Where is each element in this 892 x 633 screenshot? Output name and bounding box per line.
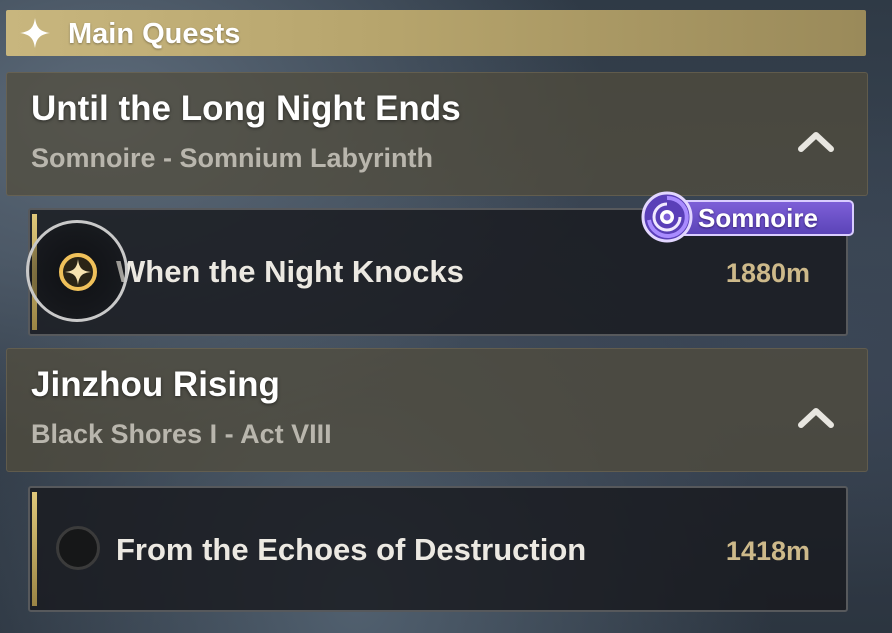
step-title: From the Echoes of Destruction (116, 532, 587, 567)
quest-subtitle: Somnoire - Somnium Labyrinth (31, 143, 434, 173)
step-distance: 1418m (725, 536, 810, 566)
tracked-star-icon (59, 253, 97, 291)
section-header-main-quests: Main Quests (6, 10, 866, 56)
quest-header[interactable]: Jinzhou Rising Black Shores I - Act VIII (6, 348, 868, 472)
somnoire-emblem-icon (641, 191, 693, 243)
quest-title: Jinzhou Rising (31, 365, 280, 404)
step-title: When the Night Knocks (116, 254, 464, 289)
region-badge: Somnoire (640, 190, 862, 243)
chevron-up-icon[interactable] (797, 405, 835, 429)
track-quest-button[interactable] (56, 526, 100, 570)
quest-step[interactable]: From the Echoes of Destruction 1418m (28, 486, 848, 612)
step-accent-bar (32, 492, 37, 606)
star-icon (20, 18, 50, 48)
track-quest-button[interactable] (26, 220, 128, 322)
section-title: Main Quests (68, 18, 241, 50)
step-distance: 1880m (725, 258, 810, 288)
quest-title: Until the Long Night Ends (31, 89, 461, 128)
badge-label: Somnoire (698, 203, 818, 233)
quest-header[interactable]: Until the Long Night Ends Somnoire - Som… (6, 72, 868, 196)
quest-subtitle: Black Shores I - Act VIII (31, 419, 332, 449)
chevron-up-icon[interactable] (797, 129, 835, 153)
